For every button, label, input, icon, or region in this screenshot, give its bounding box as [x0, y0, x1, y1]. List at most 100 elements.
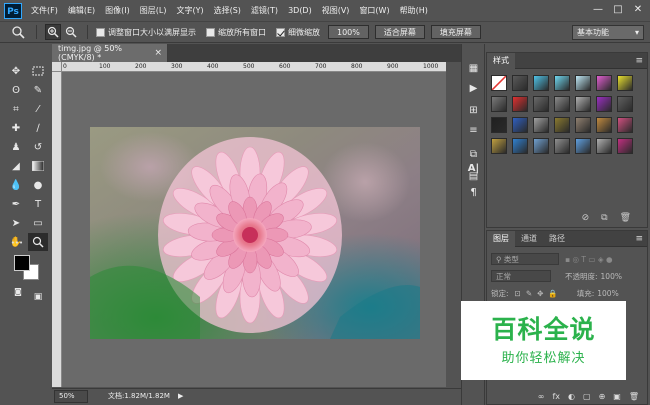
style-swatch[interactable]: [596, 96, 612, 112]
style-swatch[interactable]: [617, 117, 633, 133]
style-swatch[interactable]: [554, 96, 570, 112]
workspace-select[interactable]: 基本功能 ▾: [572, 25, 644, 40]
actions-panel-icon[interactable]: ▶: [465, 80, 482, 97]
new-style-icon[interactable]: ⧉: [601, 213, 607, 223]
style-swatch[interactable]: [533, 138, 549, 154]
scrubby-zoom-option[interactable]: 细微缩放: [276, 27, 320, 38]
opacity-value[interactable]: 100%: [601, 272, 622, 281]
properties-panel-icon[interactable]: ≡: [465, 122, 482, 139]
tab-layers[interactable]: 图层: [487, 230, 515, 247]
link-layers-icon[interactable]: ∞: [538, 392, 545, 401]
style-swatch[interactable]: [575, 117, 591, 133]
blend-mode-select[interactable]: 正常: [491, 270, 551, 282]
delete-layer-icon[interactable]: 🗑: [629, 392, 639, 401]
style-swatch[interactable]: [512, 138, 528, 154]
menu-edit[interactable]: 编辑(E): [63, 5, 100, 16]
delete-style-icon[interactable]: 🗑: [620, 213, 631, 223]
style-swatch[interactable]: [491, 96, 507, 112]
style-swatch[interactable]: [512, 96, 528, 112]
zoom-all-windows-checkbox[interactable]: [206, 27, 215, 37]
style-swatch[interactable]: [554, 138, 570, 154]
zoom-in-icon[interactable]: [45, 24, 61, 40]
type-tool-icon[interactable]: T: [28, 195, 48, 213]
style-swatch[interactable]: [491, 138, 507, 154]
resize-windows-checkbox[interactable]: [96, 27, 105, 37]
character-panel-icon[interactable]: A|: [465, 160, 482, 177]
eyedropper-tool-icon[interactable]: ⁄: [28, 100, 48, 118]
dodge-tool-icon[interactable]: ●: [28, 176, 48, 194]
layer-style-icon[interactable]: fx: [552, 392, 560, 401]
menu-file[interactable]: 文件(F): [26, 5, 63, 16]
layer-comps-icon[interactable]: ⊞: [465, 102, 482, 119]
style-swatch[interactable]: [533, 96, 549, 112]
zoom-out-icon[interactable]: [63, 24, 79, 40]
foreground-color-swatch[interactable]: [14, 255, 30, 271]
horizontal-ruler[interactable]: 0 100 200 300 400 500 600 700 800 900 10…: [62, 62, 446, 72]
eraser-tool-icon[interactable]: ◢: [6, 157, 26, 175]
fill-value[interactable]: 100%: [597, 289, 618, 298]
zoom-level-field[interactable]: 50%: [54, 389, 88, 403]
close-button[interactable]: ✕: [630, 2, 646, 16]
marquee-tool-icon[interactable]: [28, 62, 48, 80]
status-menu-arrow-icon[interactable]: ▶: [178, 392, 183, 400]
shape-tool-icon[interactable]: ▭: [28, 214, 48, 232]
menu-layer[interactable]: 图层(L): [135, 5, 172, 16]
resize-windows-option[interactable]: 调整窗口大小以满屏显示: [96, 27, 196, 38]
zoom-100-button[interactable]: 100%: [328, 25, 369, 39]
fit-screen-button[interactable]: 适合屏幕: [374, 25, 425, 39]
canvas-area[interactable]: [62, 72, 446, 387]
menu-3d[interactable]: 3D(D): [283, 6, 317, 15]
pen-tool-icon[interactable]: ✒: [6, 195, 26, 213]
lock-icons[interactable]: ⊡✎✥🔒: [515, 289, 563, 298]
menu-type[interactable]: 文字(Y): [171, 5, 208, 16]
gradient-tool-icon[interactable]: [28, 157, 48, 175]
healing-brush-tool-icon[interactable]: ✚: [6, 119, 26, 137]
vertical-ruler[interactable]: [52, 72, 62, 387]
lasso-tool-icon[interactable]: ʘ: [6, 81, 26, 99]
path-selection-tool-icon[interactable]: ➤: [6, 214, 26, 232]
brush-tool-icon[interactable]: ∕: [28, 119, 48, 137]
quick-select-tool-icon[interactable]: ✎: [28, 81, 48, 99]
maximize-button[interactable]: □: [610, 2, 626, 16]
style-swatch[interactable]: [596, 117, 612, 133]
menu-view[interactable]: 视图(V): [317, 5, 355, 16]
style-swatch[interactable]: [617, 138, 633, 154]
fill-screen-button[interactable]: 填充屏幕: [430, 25, 481, 39]
zoom-tool-icon[interactable]: [28, 233, 48, 251]
style-swatch[interactable]: [533, 117, 549, 133]
style-swatch[interactable]: [533, 75, 549, 91]
panel-menu-icon[interactable]: ≡: [635, 234, 643, 244]
style-swatch[interactable]: [617, 75, 633, 91]
tab-paths[interactable]: 路径: [543, 231, 571, 247]
blur-tool-icon[interactable]: 💧: [6, 176, 26, 194]
tab-styles[interactable]: 样式: [487, 52, 515, 69]
style-swatch[interactable]: [575, 138, 591, 154]
menu-select[interactable]: 选择(S): [209, 5, 246, 16]
style-swatch[interactable]: [575, 96, 591, 112]
layer-kind-filter[interactable]: ⚲ 类型: [491, 253, 559, 265]
screen-mode-icon[interactable]: ▣: [28, 288, 48, 306]
style-swatch[interactable]: [617, 96, 633, 112]
menu-help[interactable]: 帮助(H): [395, 5, 433, 16]
menu-image[interactable]: 图像(I): [100, 5, 135, 16]
zoom-tool-preset-icon[interactable]: [6, 24, 30, 40]
new-layer-icon[interactable]: ▣: [613, 392, 621, 401]
clear-style-icon[interactable]: ⊘: [582, 213, 590, 223]
menu-filter[interactable]: 滤镜(T): [246, 5, 283, 16]
clone-stamp-tool-icon[interactable]: ♟: [6, 138, 26, 156]
style-swatch[interactable]: [596, 75, 612, 91]
menu-window[interactable]: 窗口(W): [354, 5, 394, 16]
style-swatch[interactable]: [575, 75, 591, 91]
style-swatch[interactable]: [596, 138, 612, 154]
paragraph-panel-icon[interactable]: ¶: [465, 184, 482, 201]
tab-channels[interactable]: 通道: [515, 231, 543, 247]
document-tab[interactable]: timg.jpg @ 50%(CMYK/8) * ×: [52, 44, 168, 62]
history-panel-icon[interactable]: ▦: [465, 60, 482, 77]
scrubby-zoom-checkbox[interactable]: [276, 27, 285, 37]
style-swatch[interactable]: [512, 117, 528, 133]
quick-mask-icon[interactable]: ◙: [8, 282, 28, 300]
crop-tool-icon[interactable]: ⌗: [6, 100, 26, 118]
move-tool-icon[interactable]: ✥: [6, 62, 26, 80]
zoom-all-windows-option[interactable]: 缩放所有窗口: [206, 27, 266, 38]
minimize-button[interactable]: —: [590, 2, 606, 16]
